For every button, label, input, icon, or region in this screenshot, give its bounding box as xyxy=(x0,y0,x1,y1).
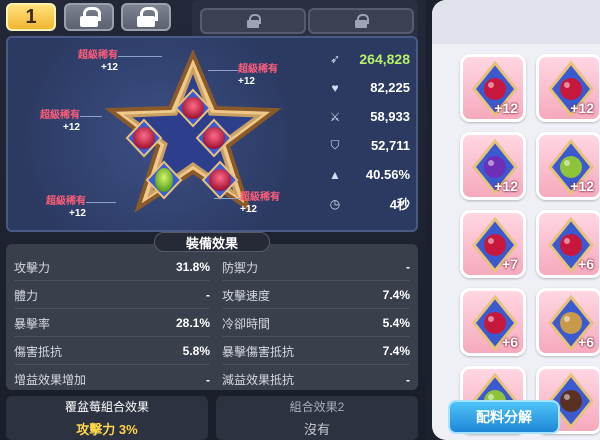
effect-row: 體力 - xyxy=(14,282,210,309)
heart-icon: ♥ xyxy=(331,80,339,95)
preset-tab-1[interactable]: 1 xyxy=(6,3,56,31)
effect-row: 冷卻時間 5.4% xyxy=(222,310,410,337)
slot-tag-bottom-left: 超級稀有 +12 xyxy=(46,196,86,219)
topping-card[interactable]: +6 xyxy=(536,210,600,278)
attack-icon: ➶ xyxy=(329,51,341,66)
topping-card[interactable]: +6 xyxy=(460,288,526,356)
equip-effects-header: 裝備效果 xyxy=(154,232,270,252)
slot-tag-top-right: 超級稀有 +12 xyxy=(238,64,278,87)
cooldown-icon: ◷ xyxy=(329,196,341,211)
stat-cooldown: ◷ 4秒 xyxy=(329,196,410,213)
lock-icon xyxy=(137,7,158,27)
topping-card[interactable]: +12 xyxy=(536,54,600,122)
topping-card[interactable]: +7 xyxy=(460,210,526,278)
stat-attack: ⚔ 58,933 xyxy=(329,109,410,124)
topping-inventory: +12 +12 +12 +12 +7 +6 +6 +6 xyxy=(432,0,600,440)
topping-card[interactable]: +12 xyxy=(460,132,526,200)
topping-level: +12 xyxy=(494,100,518,116)
stat-defense: ⛉ 52,711 xyxy=(328,131,410,160)
equipment-panel: 超級稀有 +12 超級稀有 +12 超級稀有 +12 超級稀有 +12 超級稀有… xyxy=(6,36,418,232)
subtab-locked-2[interactable] xyxy=(308,8,414,34)
shield-icon: ⛉ xyxy=(330,138,340,152)
effect-row: 攻擊力 31.8% xyxy=(14,254,210,281)
topping-level: +7 xyxy=(502,256,518,272)
combo-effect-1[interactable]: 覆盆莓組合效果 攻擊力 3% xyxy=(6,396,208,440)
subtab-bar xyxy=(192,0,418,38)
effect-row: 暴擊傷害抵抗 7.4% xyxy=(222,338,410,365)
topping-level: +6 xyxy=(578,334,594,350)
topping-level: +6 xyxy=(578,256,594,272)
subtab-locked-1[interactable] xyxy=(200,8,306,34)
lock-icon xyxy=(247,14,261,28)
topping-card[interactable]: +12 xyxy=(536,132,600,200)
topping-card[interactable]: +12 xyxy=(460,54,526,122)
treasure-equip-screen: 1 超級稀有 +12 超級稀有 +12 超級稀有 +12 超級稀有 +12 超級… xyxy=(0,0,600,440)
sword-icon: ⚔ xyxy=(329,109,341,124)
topping-level: +6 xyxy=(502,334,518,350)
critical-icon: ▲ xyxy=(329,167,341,182)
lock-icon xyxy=(80,7,101,27)
slot-tag-bottom-right: 超級稀有 +12 xyxy=(240,192,280,215)
stat-hp: ♥ 82,225 xyxy=(328,73,410,102)
effect-row: 暴擊率 28.1% xyxy=(14,310,210,337)
slot-tag-left: 超級稀有 +12 xyxy=(40,110,80,133)
preset-tab-2-locked[interactable] xyxy=(64,3,114,31)
effect-row: 減益效果抵抗 - xyxy=(222,372,410,388)
topping-level: +12 xyxy=(570,178,594,194)
effect-row: 增益效果增加 - xyxy=(14,372,210,388)
topping-card[interactable]: +6 xyxy=(536,288,600,356)
effect-row: 傷害抵抗 5.8% xyxy=(14,338,210,365)
topping-level: +12 xyxy=(570,100,594,116)
lock-icon xyxy=(355,14,369,28)
effect-row: 防禦力 - xyxy=(222,254,410,281)
effect-row: 攻擊速度 7.4% xyxy=(222,282,410,309)
decompose-button[interactable]: 配料分解 xyxy=(448,400,560,434)
stat-power: ➶ 264,828 xyxy=(329,50,410,67)
preset-tab-3-locked[interactable] xyxy=(121,3,171,31)
stat-crit: ▲ 40.56% xyxy=(329,167,410,182)
combo-effect-2[interactable]: 組合效果2 沒有 xyxy=(216,396,418,440)
stats-list: ➶ 264,828 ♥ 82,225 ⚔ 58,933 ⛉ 52,711 ▲ 4… xyxy=(328,44,410,224)
slot-tag-top-left: 超級稀有 +12 xyxy=(78,50,118,73)
topping-level: +12 xyxy=(494,178,518,194)
